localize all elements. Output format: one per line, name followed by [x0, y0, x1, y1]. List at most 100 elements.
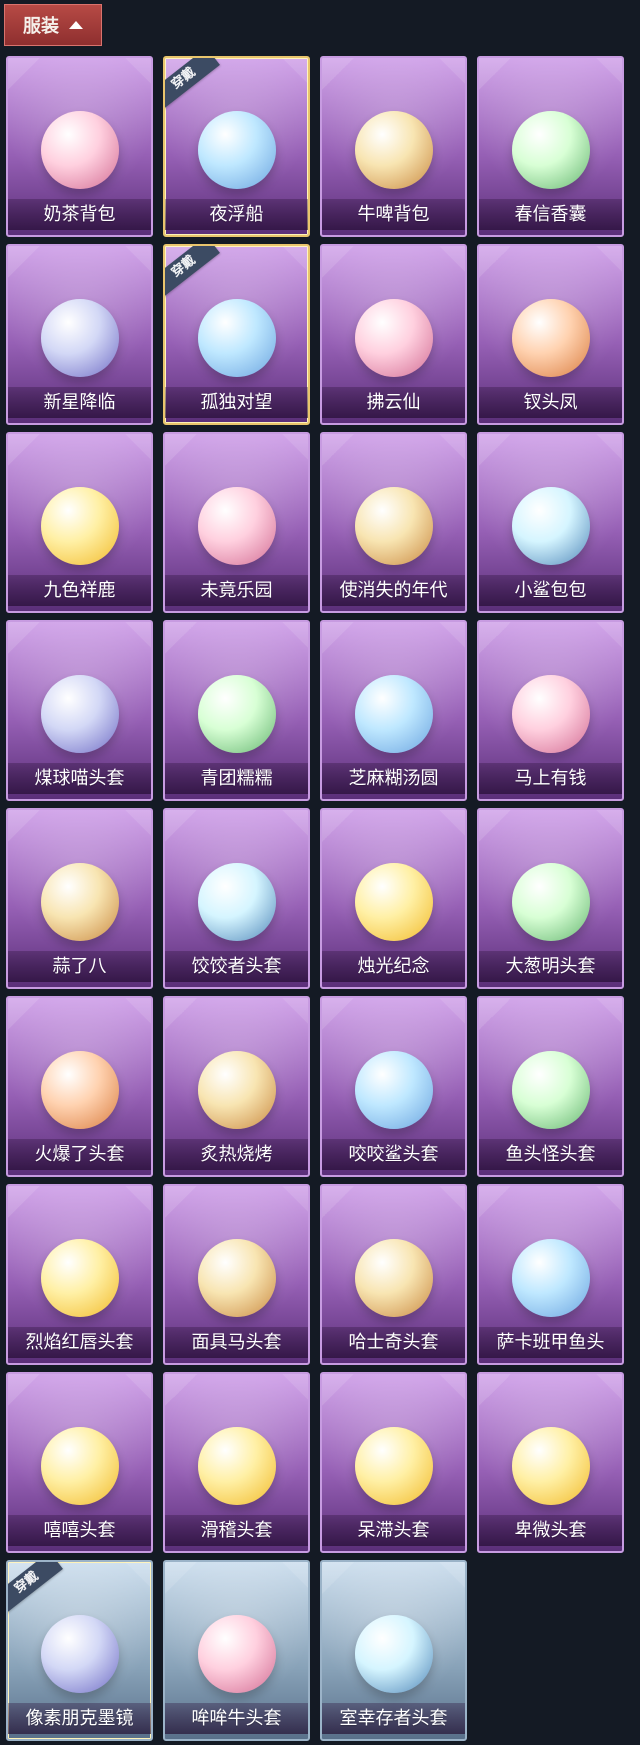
wardrobe-item[interactable]: 青团糯糯	[163, 620, 310, 801]
item-label: 烛光纪念	[322, 951, 465, 982]
item-thumbnail	[40, 1615, 119, 1693]
wardrobe-item[interactable]: 穿戴 夜浮船	[163, 56, 310, 237]
item-thumbnail	[40, 111, 119, 189]
wardrobe-item[interactable]: 新星降临	[6, 244, 153, 425]
wardrobe-item[interactable]: 穿戴 像素朋克墨镜	[6, 1560, 153, 1741]
item-label: 未竟乐园	[165, 575, 308, 606]
chevron-up-icon	[69, 21, 83, 29]
item-thumbnail	[354, 675, 433, 753]
item-label: 青团糯糯	[165, 763, 308, 794]
item-label: 呆滞头套	[322, 1515, 465, 1546]
item-label: 钗头凤	[479, 387, 622, 418]
item-label: 大葱明头套	[479, 951, 622, 982]
item-thumbnail	[197, 487, 276, 565]
item-label: 鱼头怪头套	[479, 1139, 622, 1170]
item-label: 春信香囊	[479, 199, 622, 230]
wardrobe-item[interactable]: 钗头凤	[477, 244, 624, 425]
wardrobe-item[interactable]: 未竟乐园	[163, 432, 310, 613]
item-thumbnail	[40, 863, 119, 941]
wardrobe-item[interactable]: 萨卡班甲鱼头	[477, 1184, 624, 1365]
item-label: 卑微头套	[479, 1515, 622, 1546]
wardrobe-item[interactable]: 使消失的年代	[320, 432, 467, 613]
wardrobe-item[interactable]: 九色祥鹿	[6, 432, 153, 613]
item-thumbnail	[354, 299, 433, 377]
wardrobe-item[interactable]: 春信香囊	[477, 56, 624, 237]
item-label: 哈士奇头套	[322, 1327, 465, 1358]
item-thumbnail	[354, 1051, 433, 1129]
item-label: 像素朋克墨镜	[8, 1703, 151, 1734]
item-label: 哞哞牛头套	[165, 1703, 308, 1734]
wardrobe-item[interactable]: 呆滞头套	[320, 1372, 467, 1553]
item-label: 拂云仙	[322, 387, 465, 418]
wardrobe-item[interactable]: 咬咬鲨头套	[320, 996, 467, 1177]
item-thumbnail	[40, 299, 119, 377]
wardrobe-item[interactable]: 哞哞牛头套	[163, 1560, 310, 1741]
item-thumbnail	[511, 299, 590, 377]
wardrobe-header[interactable]: 服装	[4, 4, 102, 46]
wardrobe-item[interactable]: 拂云仙	[320, 244, 467, 425]
item-thumbnail	[197, 299, 276, 377]
wardrobe-item[interactable]: 面具马头套	[163, 1184, 310, 1365]
item-label: 小鲨包包	[479, 575, 622, 606]
item-label: 孤独对望	[165, 387, 308, 418]
item-thumbnail	[354, 111, 433, 189]
item-label: 蒜了八	[8, 951, 151, 982]
item-thumbnail	[511, 487, 590, 565]
wardrobe-item[interactable]: 滑稽头套	[163, 1372, 310, 1553]
item-thumbnail	[197, 1427, 276, 1505]
wardrobe-grid: 奶茶背包 穿戴 夜浮船 牛啤背包 春信香囊 新星降临 穿戴 孤独对望 拂云仙 钗头凤 九色祥鹿 未竟乐…	[6, 56, 626, 1741]
item-thumbnail	[197, 111, 276, 189]
item-label: 火爆了头套	[8, 1139, 151, 1170]
wardrobe-item[interactable]: 鱼头怪头套	[477, 996, 624, 1177]
item-label: 咬咬鲨头套	[322, 1139, 465, 1170]
wardrobe-item[interactable]: 穿戴 孤独对望	[163, 244, 310, 425]
item-thumbnail	[40, 1239, 119, 1317]
wardrobe-item[interactable]: 炙热烧烤	[163, 996, 310, 1177]
item-thumbnail	[511, 1239, 590, 1317]
item-label: 室幸存者头套	[322, 1703, 465, 1734]
item-thumbnail	[511, 863, 590, 941]
item-label: 萨卡班甲鱼头	[479, 1327, 622, 1358]
wardrobe-item[interactable]: 嘻嘻头套	[6, 1372, 153, 1553]
wardrobe-item[interactable]: 哈士奇头套	[320, 1184, 467, 1365]
item-thumbnail	[197, 1615, 276, 1693]
wardrobe-item[interactable]: 室幸存者头套	[320, 1560, 467, 1741]
wardrobe-item[interactable]: 芝麻糊汤圆	[320, 620, 467, 801]
wardrobe-item[interactable]: 烈焰红唇头套	[6, 1184, 153, 1365]
wardrobe-item[interactable]: 小鲨包包	[477, 432, 624, 613]
item-label: 饺饺者头套	[165, 951, 308, 982]
item-thumbnail	[511, 111, 590, 189]
item-thumbnail	[197, 675, 276, 753]
item-thumbnail	[354, 1427, 433, 1505]
item-thumbnail	[40, 675, 119, 753]
wardrobe-item[interactable]: 大葱明头套	[477, 808, 624, 989]
item-thumbnail	[197, 1051, 276, 1129]
wardrobe-item[interactable]: 卑微头套	[477, 1372, 624, 1553]
worn-badge: 穿戴	[165, 58, 220, 111]
worn-badge: 穿戴	[8, 1562, 63, 1615]
item-thumbnail	[511, 675, 590, 753]
wardrobe-item[interactable]: 烛光纪念	[320, 808, 467, 989]
worn-badge: 穿戴	[165, 246, 220, 299]
wardrobe-item[interactable]: 马上有钱	[477, 620, 624, 801]
item-label: 奶茶背包	[8, 199, 151, 230]
wardrobe-item[interactable]: 蒜了八	[6, 808, 153, 989]
item-label: 煤球喵头套	[8, 763, 151, 794]
item-label: 牛啤背包	[322, 199, 465, 230]
item-thumbnail	[40, 487, 119, 565]
item-thumbnail	[354, 1615, 433, 1693]
wardrobe-item[interactable]: 饺饺者头套	[163, 808, 310, 989]
item-label: 马上有钱	[479, 763, 622, 794]
wardrobe-title: 服装	[23, 16, 59, 37]
item-label: 芝麻糊汤圆	[322, 763, 465, 794]
wardrobe-item[interactable]: 牛啤背包	[320, 56, 467, 237]
item-thumbnail	[354, 487, 433, 565]
item-label: 面具马头套	[165, 1327, 308, 1358]
item-thumbnail	[197, 863, 276, 941]
wardrobe-item[interactable]: 煤球喵头套	[6, 620, 153, 801]
wardrobe-item[interactable]: 火爆了头套	[6, 996, 153, 1177]
item-thumbnail	[197, 1239, 276, 1317]
wardrobe-item[interactable]: 奶茶背包	[6, 56, 153, 237]
item-label: 新星降临	[8, 387, 151, 418]
item-label: 夜浮船	[165, 199, 308, 230]
